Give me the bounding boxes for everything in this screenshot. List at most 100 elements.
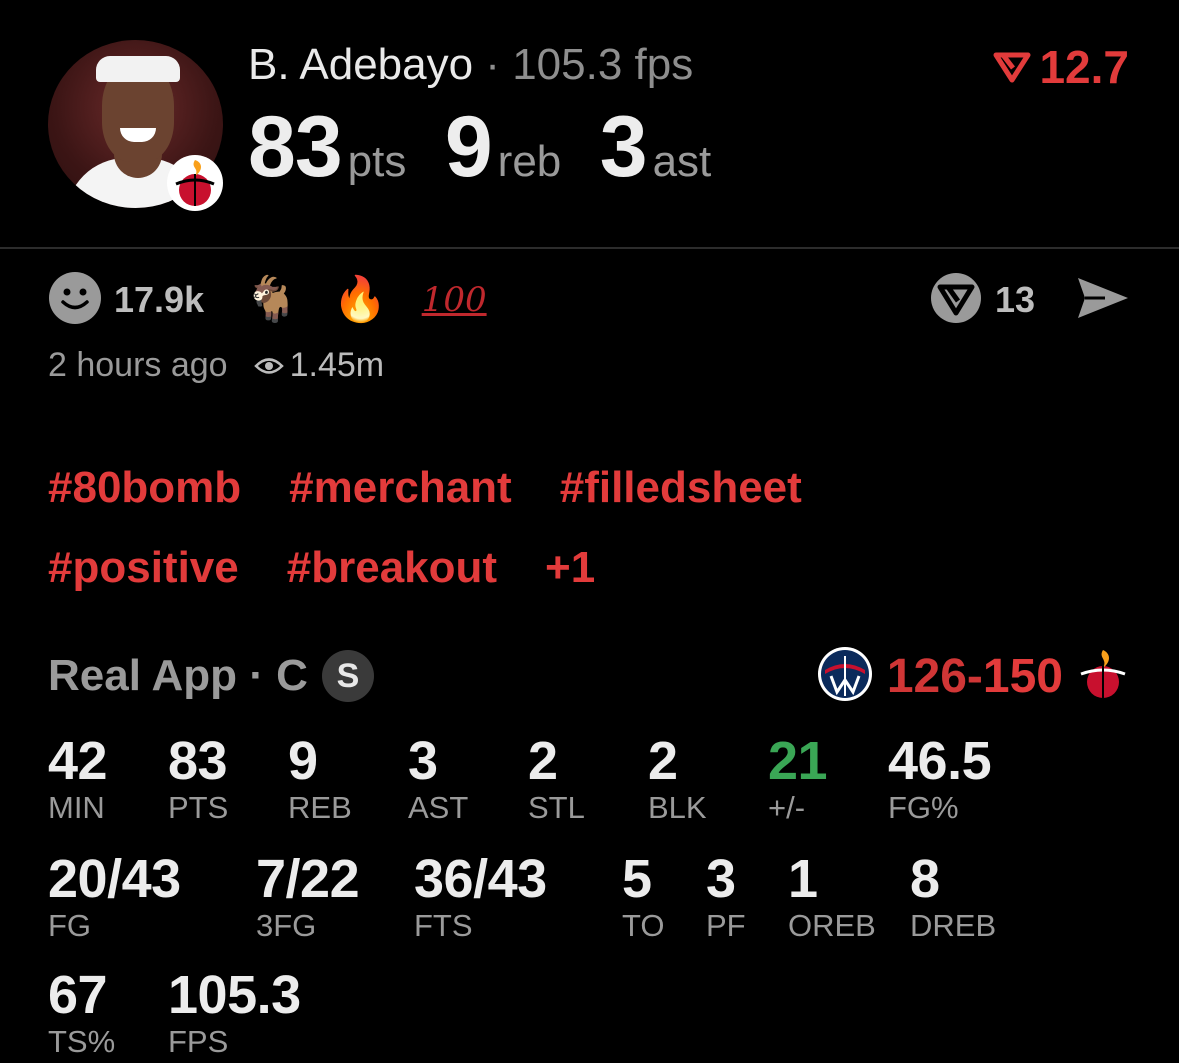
stat-value: 20/43 bbox=[48, 849, 181, 909]
stat-value: 9 bbox=[288, 731, 318, 791]
stat-value: 83 bbox=[168, 731, 228, 791]
stat-label: FG bbox=[48, 908, 92, 943]
stat-label: AST bbox=[408, 790, 469, 825]
stat-label: MIN bbox=[48, 790, 105, 825]
reactions-row: 17.9k 🐐 🔥 100 bbox=[48, 271, 487, 330]
stat-pf: 3 PF bbox=[706, 850, 746, 944]
stat-value: 5 bbox=[622, 849, 652, 909]
stat-ast: 3 AST bbox=[408, 732, 468, 826]
stat-fps: 105.3 FPS bbox=[168, 966, 301, 1060]
name-separator: · bbox=[473, 40, 513, 89]
league-label: Real App · C bbox=[48, 651, 308, 700]
stat-value: 1 bbox=[788, 849, 818, 909]
stat-label: DREB bbox=[910, 908, 997, 943]
game-score[interactable]: 126-150 bbox=[817, 646, 1129, 706]
headline-reb-unit: reb bbox=[497, 137, 562, 186]
stat-value: 21 bbox=[768, 731, 828, 791]
stat-value: 36/43 bbox=[414, 849, 547, 909]
hashtag-row: #positive #breakout +1 bbox=[48, 528, 1148, 608]
stat-fg: 20/43 FG bbox=[48, 850, 181, 944]
stat-value: 2 bbox=[648, 731, 678, 791]
stat-plus-minus: 21 +/- bbox=[768, 731, 828, 826]
stat-label: TS% bbox=[48, 1024, 116, 1059]
stat-value: 3 bbox=[706, 849, 736, 909]
stat-label: +/- bbox=[768, 790, 806, 825]
headline-stats: 83 pts 9 reb 3 ast bbox=[248, 98, 745, 197]
fps-label: 105.3 fps bbox=[512, 40, 694, 89]
stat-label: STL bbox=[528, 790, 585, 825]
share-row: 13 bbox=[929, 272, 1131, 328]
stat-blk: 2 BLK bbox=[648, 732, 707, 826]
stat-ts-pct: 67 TS% bbox=[48, 966, 115, 1060]
hashtag[interactable]: #80bomb bbox=[48, 463, 241, 513]
down-trend-icon bbox=[993, 52, 1031, 83]
stat-oreb: 1 OREB bbox=[788, 850, 876, 944]
stat-reb: 9 REB bbox=[288, 732, 352, 826]
goat-emoji-button[interactable]: 🐐 bbox=[244, 278, 299, 322]
stat-min: 42 MIN bbox=[48, 731, 108, 826]
more-tags-button[interactable]: +1 bbox=[545, 543, 595, 593]
headline-reb-value: 9 bbox=[444, 99, 493, 195]
hashtags: #80bomb #merchant #filledsheet #positive… bbox=[48, 448, 1148, 608]
stat-value: 2 bbox=[528, 731, 558, 791]
stat-label: FTS bbox=[414, 908, 473, 943]
hashtag-row: #80bomb #merchant #filledsheet bbox=[48, 448, 1148, 528]
stat-fts: 36/43 FTS bbox=[414, 850, 547, 944]
delta-value: 12.7 bbox=[1039, 41, 1129, 93]
stat-label: TO bbox=[622, 908, 665, 943]
heat-team-logo-small-icon bbox=[1077, 646, 1129, 707]
score-dash: - bbox=[966, 649, 983, 703]
league-row: Real App · C S bbox=[48, 648, 374, 704]
share-count: 13 bbox=[994, 279, 1035, 320]
fire-emoji-button[interactable]: 🔥 bbox=[333, 278, 388, 322]
stat-label: FPS bbox=[168, 1024, 229, 1059]
headline-pts-value: 83 bbox=[248, 99, 343, 195]
views-count: 1.45m bbox=[289, 346, 385, 384]
player-name-line[interactable]: B. Adebayo · 105.3 fps bbox=[248, 40, 693, 90]
away-score: 126 bbox=[886, 649, 967, 703]
headline-ast-value: 3 bbox=[599, 99, 648, 195]
eye-icon bbox=[253, 357, 284, 374]
score-text: 126-150 bbox=[887, 649, 1063, 704]
stat-dreb: 8 DREB bbox=[910, 850, 996, 944]
hashtag[interactable]: #breakout bbox=[287, 543, 497, 593]
headline-ast-unit: ast bbox=[652, 137, 712, 186]
home-score: 150 bbox=[982, 649, 1063, 703]
hundred-emoji-button[interactable]: 100 bbox=[422, 280, 487, 320]
real-app-logo-icon[interactable] bbox=[929, 271, 983, 330]
time-ago: 2 hours ago bbox=[48, 346, 228, 384]
stat-value: 46.5 bbox=[888, 731, 992, 791]
stat-label: REB bbox=[288, 790, 352, 825]
stat-label: BLK bbox=[648, 790, 707, 825]
stat-value: 42 bbox=[48, 731, 108, 791]
stat-pts: 83 PTS bbox=[168, 732, 228, 826]
heat-team-logo-icon bbox=[166, 154, 224, 212]
stat-label: FG% bbox=[888, 790, 959, 825]
smiley-reaction-icon[interactable] bbox=[48, 271, 102, 330]
stat-3fg: 7/22 3FG bbox=[256, 849, 360, 944]
headline-pts-unit: pts bbox=[347, 137, 407, 186]
views-count-wrap: 1.45m bbox=[253, 346, 385, 385]
avatar-headband bbox=[96, 56, 180, 82]
hashtag[interactable]: #positive bbox=[48, 543, 239, 593]
stat-to: 5 TO bbox=[622, 850, 665, 944]
stat-label: PF bbox=[706, 908, 746, 943]
hashtag[interactable]: #filledsheet bbox=[560, 463, 802, 513]
stat-value: 3 bbox=[408, 731, 438, 791]
hashtag[interactable]: #merchant bbox=[289, 463, 512, 513]
stat-value: 8 bbox=[910, 849, 940, 909]
send-icon[interactable] bbox=[1075, 274, 1131, 327]
stat-label: PTS bbox=[168, 790, 229, 825]
wizards-team-logo-icon bbox=[817, 646, 873, 707]
stat-stl: 2 STL bbox=[528, 732, 585, 826]
stat-value: 105.3 bbox=[168, 965, 301, 1025]
post-meta: 2 hours ago 1.45m bbox=[48, 346, 384, 385]
stat-label: 3FG bbox=[256, 908, 317, 943]
reaction-count: 17.9k bbox=[114, 279, 205, 320]
stat-value: 7/22 bbox=[256, 849, 360, 909]
fps-delta: 12.7 bbox=[993, 40, 1129, 94]
header-divider bbox=[0, 247, 1179, 249]
stat-fg-pct: 46.5 FG% bbox=[888, 731, 992, 826]
s-badge: S bbox=[321, 650, 374, 702]
stat-label: OREB bbox=[788, 908, 876, 943]
